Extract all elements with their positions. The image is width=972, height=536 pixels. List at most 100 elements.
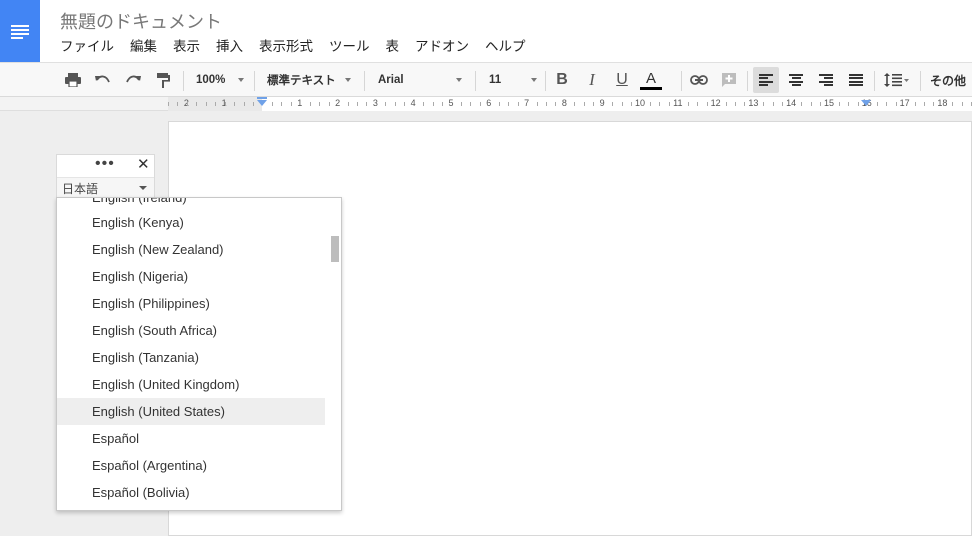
line-spacing-icon [884,73,909,87]
zoom-select[interactable]: 100% [196,67,244,93]
ruler-tick [555,102,556,106]
language-dropdown-list[interactable]: English (Ireland) English (Kenya) Englis… [56,197,342,511]
toolbar-divider [920,71,921,91]
ruler-tick [801,102,802,106]
menu-tools[interactable]: ツール [321,37,378,57]
language-option[interactable]: Español (Argentina) [57,452,325,479]
undo-icon[interactable] [92,67,114,93]
justify-button[interactable] [844,67,868,93]
first-line-indent-marker[interactable] [257,97,267,99]
redo-icon[interactable] [122,67,144,93]
ruler-tick [659,102,660,106]
align-center-button[interactable] [784,67,808,93]
menu-format[interactable]: 表示形式 [251,37,321,57]
font-size-value: 11 [489,74,502,86]
toolbar-divider [681,71,682,91]
ruler-tick [952,102,953,106]
ruler-tick [612,102,613,106]
ruler[interactable]: 21123456789101112131415161718 [0,97,972,111]
language-option[interactable]: Español [57,425,325,452]
ruler-tick [924,102,925,106]
ruler-tick [707,102,708,106]
ruler-tick [461,102,462,106]
ruler-tick [329,102,330,106]
ruler-tick [896,102,897,106]
menu-file[interactable]: ファイル [52,37,122,57]
chevron-down-icon [139,186,147,190]
language-option[interactable]: Español (Bolivia) [57,479,325,506]
menu-edit[interactable]: 編集 [122,37,165,57]
toolbar: 100% 標準テキスト Arial 11 B I U A その他 [0,62,972,97]
paragraph-style-value: 標準テキスト [267,75,336,87]
ruler-tick [735,102,736,106]
ruler-number: 12 [710,98,721,108]
language-option[interactable]: English (Philippines) [57,290,325,317]
align-left-button[interactable] [753,67,779,93]
text-color-button[interactable]: A [638,67,664,93]
ruler-tick [631,102,632,106]
align-right-button[interactable] [814,67,838,93]
ruler-tick [177,102,178,106]
ruler-tick [433,102,434,106]
language-option[interactable]: English (Tanzania) [57,344,325,371]
print-icon[interactable] [62,67,84,93]
underline-button[interactable]: U [611,67,633,93]
ruler-tick [244,102,245,106]
ruler-number: 8 [561,98,567,108]
ruler-tick [319,102,320,106]
font-family-value: Arial [378,74,404,86]
language-option-highlighted[interactable]: English (United States) [57,398,325,425]
paint-format-icon[interactable] [152,67,174,93]
font-family-select[interactable]: Arial [378,67,462,93]
italic-button[interactable]: I [581,67,603,93]
language-option[interactable]: English (Nigeria) [57,263,325,290]
chevron-down-icon [238,78,244,82]
ruler-tick [272,102,273,106]
bold-button[interactable]: B [551,67,573,93]
ruler-number: 13 [748,98,759,108]
ruler-track [168,97,972,111]
font-size-select[interactable]: 11 [489,67,537,93]
toolbar-divider [475,71,476,91]
language-option[interactable]: English (South Africa) [57,317,325,344]
right-indent-marker[interactable] [861,100,871,106]
ruler-tick [933,102,934,106]
ruler-tick [688,102,689,106]
paragraph-style-select[interactable]: 標準テキスト [267,67,351,93]
menu-help[interactable]: ヘルプ [477,37,534,57]
ruler-tick [593,102,594,106]
ruler-tick [206,102,207,106]
ruler-tick [773,102,774,106]
ruler-number: 1 [297,98,303,108]
menu-insert[interactable]: 挿入 [208,37,251,57]
left-indent-marker[interactable] [257,100,267,106]
line-spacing-button[interactable] [880,67,914,93]
dropdown-scrollbar-thumb[interactable] [331,236,339,262]
link-icon[interactable] [688,67,710,93]
language-option[interactable]: English (New Zealand) [57,236,325,263]
more-button[interactable]: その他 [926,67,970,93]
toolbar-divider [874,71,875,91]
language-option[interactable]: English (United Kingdom) [57,371,325,398]
ruler-tick [357,102,358,106]
ruler-tick [546,102,547,106]
align-left-icon [759,74,773,86]
menu-table[interactable]: 表 [378,37,408,57]
ruler-tick [480,102,481,106]
language-option[interactable]: English (Kenya) [57,209,325,236]
language-select[interactable]: 日本語 [57,177,154,197]
ruler-tick [281,102,282,106]
ruler-number: 18 [937,98,948,108]
ruler-tick [839,102,840,106]
menu-addons[interactable]: アドオン [407,37,477,57]
docs-logo-icon[interactable] [0,0,40,62]
more-options-icon[interactable]: ••• [95,156,115,172]
menu-view[interactable]: 表示 [165,37,208,57]
add-comment-icon[interactable] [718,67,740,93]
ruler-tick [697,102,698,106]
ruler-tick [518,102,519,106]
toolbar-divider [545,71,546,91]
close-icon[interactable]: ✕ [137,156,150,173]
ruler-tick [215,102,216,106]
document-title[interactable]: 無題のドキュメント [60,8,222,34]
